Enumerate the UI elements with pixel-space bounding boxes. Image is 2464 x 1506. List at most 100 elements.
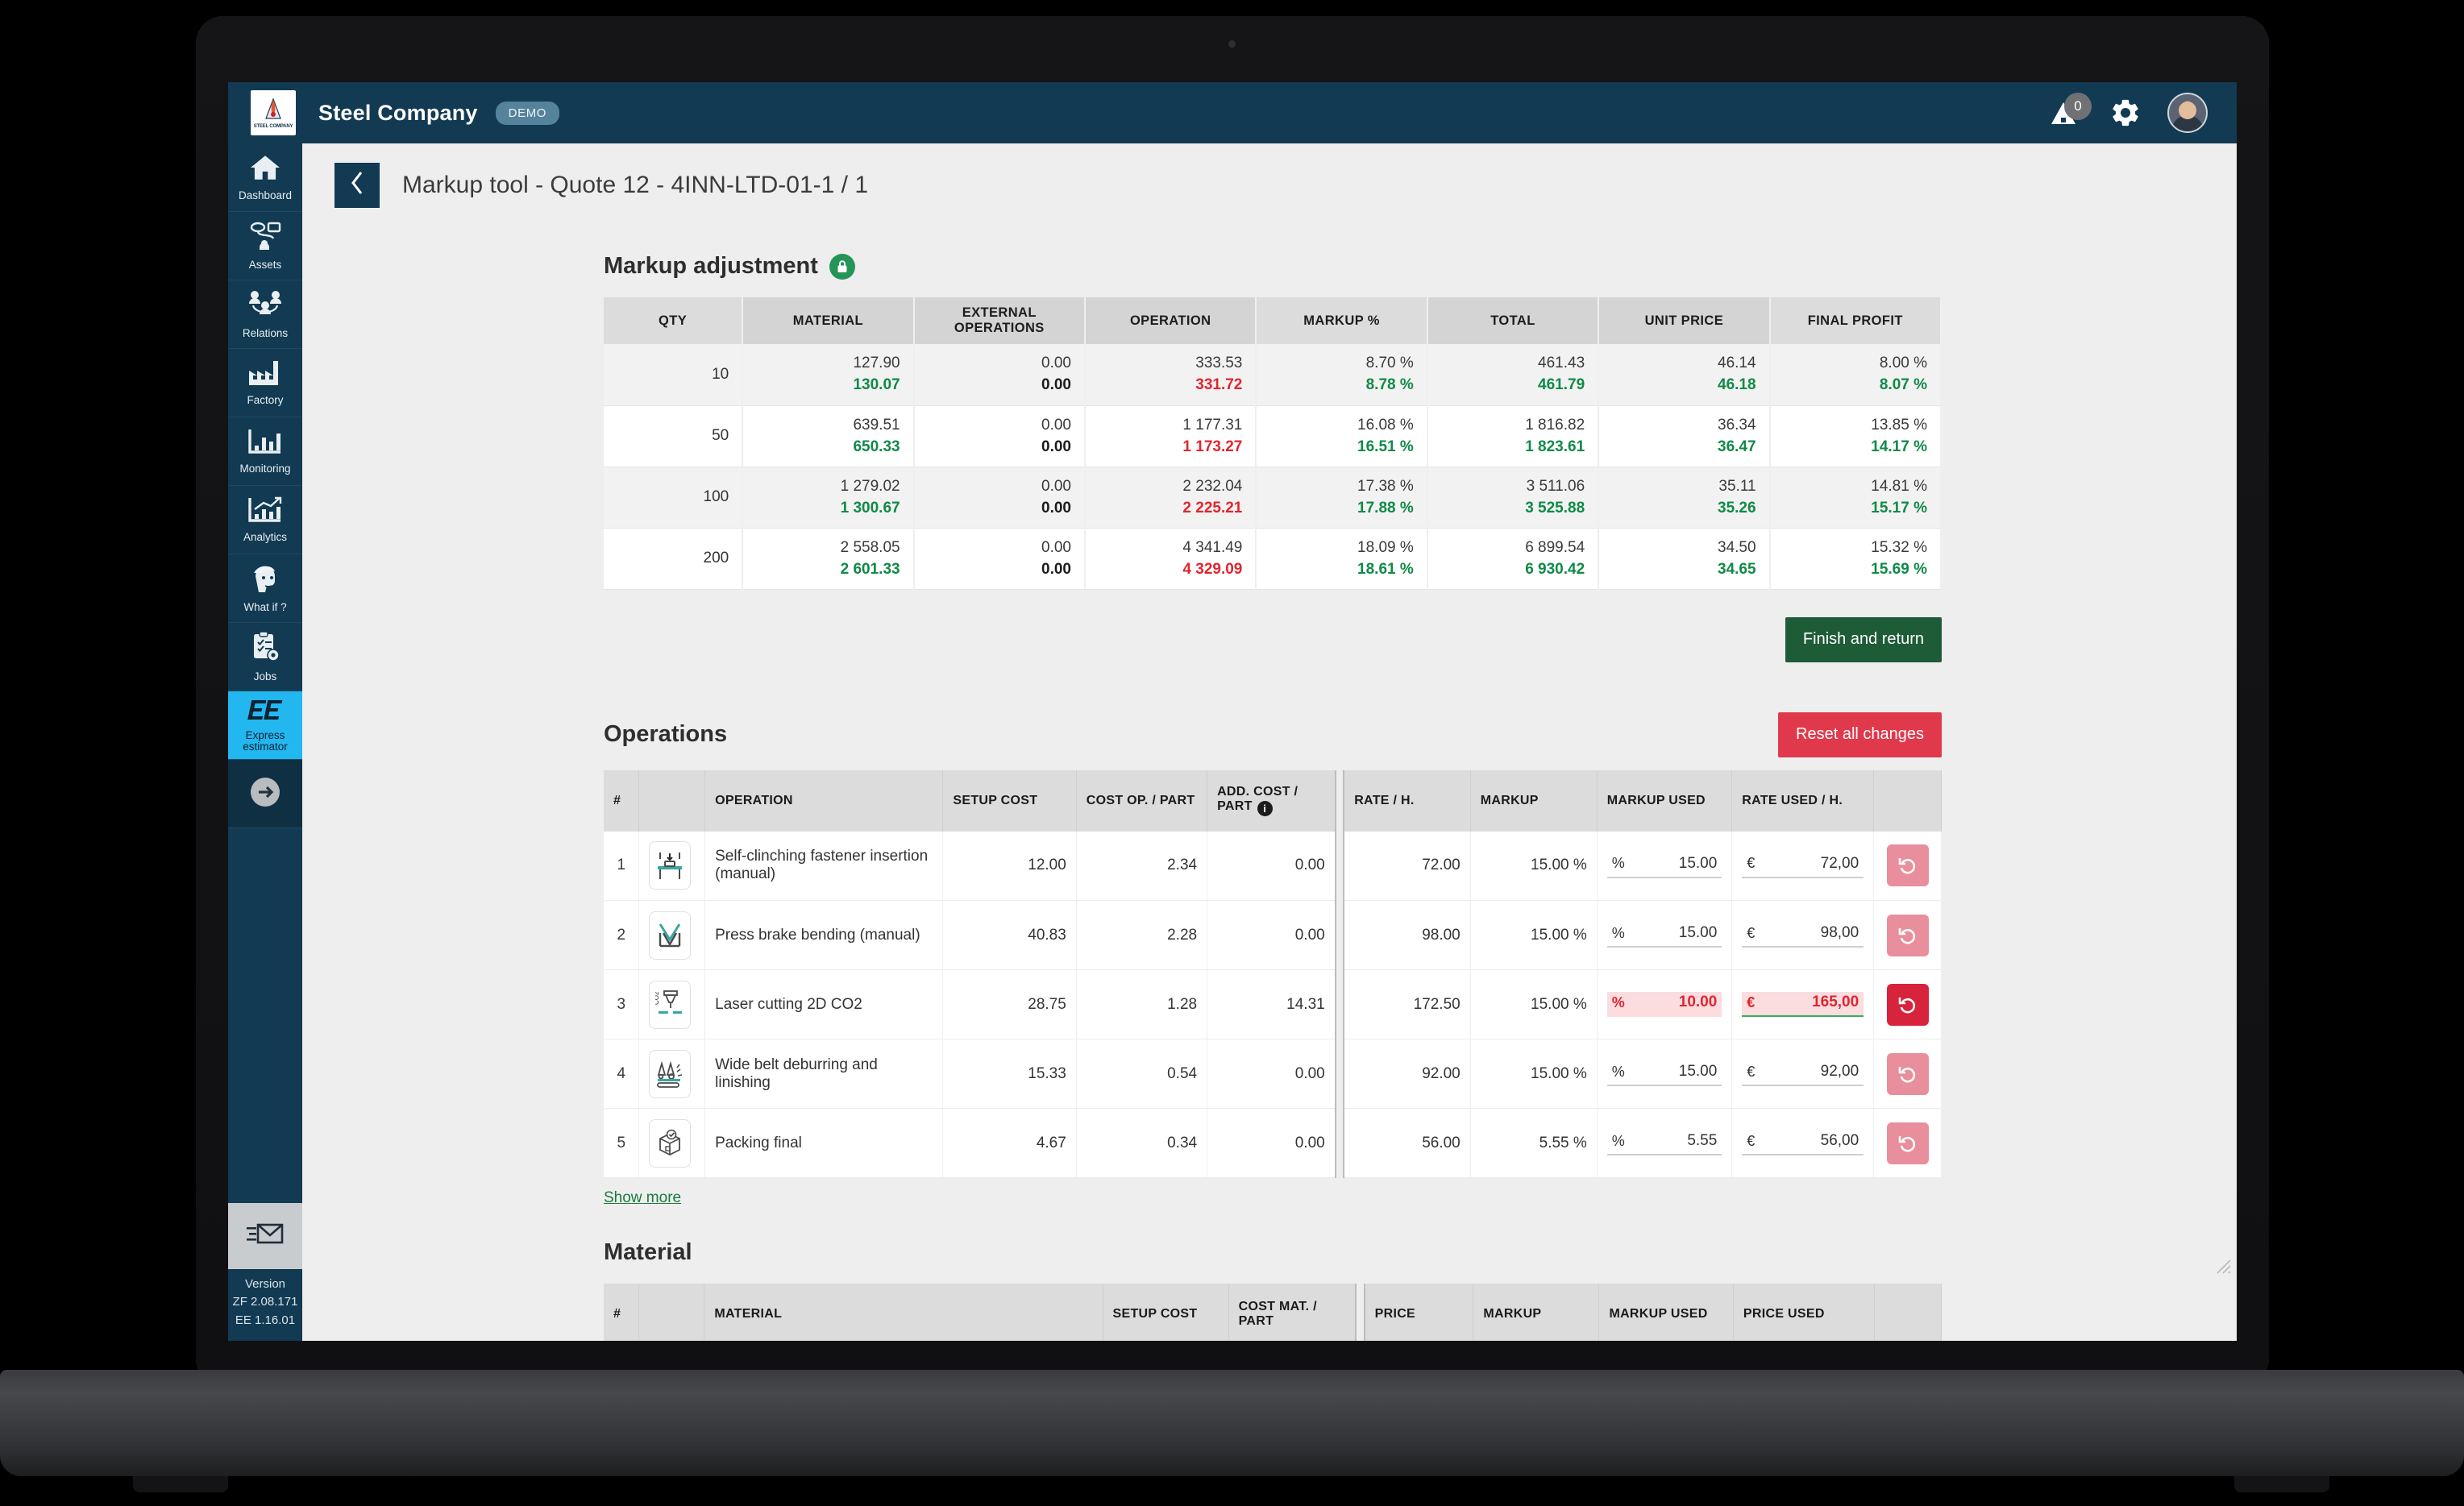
markup-used-input[interactable]: % 10.00 <box>1606 992 1722 1017</box>
undo-arrow-icon[interactable] <box>1886 1052 1929 1095</box>
markup-used-input[interactable]: % 15.00 <box>1606 853 1722 878</box>
warning-triangle-icon[interactable]: 0 <box>2050 93 2092 128</box>
cell-final-profit: 13.85 % 14.17 % <box>1769 405 1943 467</box>
table-row: 100 1 279.02 1 300.67 0.00 0.00 2 232.04 2 … <box>604 467 1943 529</box>
cell-rate-h: 92.00 <box>1344 1039 1471 1109</box>
sidebar-item-analytics[interactable]: Analytics <box>228 486 302 554</box>
undo-arrow-icon[interactable] <box>1886 983 1929 1026</box>
operations-header: Operations Reset all changes <box>604 712 1942 757</box>
th-actions <box>1874 1284 1943 1341</box>
back-button[interactable] <box>334 163 380 208</box>
markup-section-title: Markup adjustment <box>604 253 1942 280</box>
undo-arrow-icon[interactable] <box>1886 844 1929 887</box>
cell-unit-price: 34.50 34.65 <box>1598 528 1771 590</box>
cell-markup: 15.00 % <box>1470 900 1598 970</box>
sidebar-item-label: Jobs <box>253 670 277 682</box>
undo-arrow-icon[interactable] <box>1886 914 1929 956</box>
cell-actions <box>1873 969 1942 1039</box>
user-avatar[interactable] <box>2167 93 2208 133</box>
markup-used-input[interactable]: % 5.55 <box>1606 1131 1722 1155</box>
logo-caption: STEEL COMPANY <box>253 124 293 129</box>
table-row: 200 2 558.05 2 601.33 0.00 0.00 4 341.49 4 … <box>604 528 1943 590</box>
laser-cutting-co2-icon: CO2 <box>649 980 692 1029</box>
cell-markup-used: % 5.55 <box>1597 1108 1733 1178</box>
cell-rate-h: 98.00 <box>1344 900 1471 970</box>
clipboard-gear-icon <box>249 631 281 667</box>
cell-material: 2 558.05 2 601.33 <box>742 528 915 590</box>
webcam-icon <box>1228 40 1236 48</box>
show-more-link[interactable]: Show more <box>604 1189 681 1207</box>
sidebar-item-monitoring[interactable]: Monitoring <box>228 417 302 486</box>
cell-setup-cost: 4.67 <box>942 1108 1077 1178</box>
packing-box-icon <box>649 1118 692 1168</box>
sidebar-item-jobs[interactable]: Jobs <box>228 623 302 691</box>
sidebar-item-dashboard[interactable]: Dashboard <box>228 143 302 212</box>
rate-used-input[interactable]: € 165,00 <box>1742 992 1864 1017</box>
ee-logo-icon <box>244 698 286 726</box>
assets-network-icon <box>247 221 283 255</box>
rate-used-input[interactable]: € 56,00 <box>1742 1131 1864 1155</box>
cell-operation: Press brake bending (manual) <box>704 900 944 970</box>
scroll-area[interactable]: Markup adjustment QTY MATERIAL EXTERNAL … <box>302 208 2237 1341</box>
rate-used-input[interactable]: € 92,00 <box>1742 1061 1864 1086</box>
laptop-base <box>0 1370 2464 1476</box>
sidebar-item-relations[interactable]: Relations <box>228 280 302 349</box>
send-mail-button[interactable] <box>228 1202 302 1269</box>
th-markup: MARKUP <box>1470 770 1598 832</box>
cell-material: 639.51 650.33 <box>742 405 915 467</box>
sidebar-item-label: Relations <box>242 326 289 339</box>
table-row: 4 Wide belt deburring and linishing 15.3… <box>604 1039 1942 1109</box>
cell-operation: Packing final <box>704 1108 944 1178</box>
column-separator <box>1334 900 1345 970</box>
rate-used-input[interactable]: € 98,00 <box>1742 923 1864 948</box>
press-brake-bending-icon <box>649 911 692 960</box>
sidebar-item-express-estimator[interactable]: Express estimator <box>228 691 302 760</box>
cell-cost-op-part: 2.28 <box>1076 900 1208 970</box>
cell-markup: 18.09 % 18.61 % <box>1256 528 1428 590</box>
cell-operation: Self-clinching fastener insertion (manua… <box>704 831 944 901</box>
sidebar-item-assets[interactable]: Assets <box>228 212 302 280</box>
column-separator <box>1334 831 1345 901</box>
operations-header-row: # OPERATION SETUP COST COST OP. / PART A… <box>604 770 1942 832</box>
rate-used-input[interactable]: € 72,00 <box>1742 853 1864 878</box>
operations-body: 1 Self-clinching fastener insertion (man… <box>604 831 1942 1178</box>
reset-all-changes-button[interactable]: Reset all changes <box>1778 712 1942 757</box>
markup-used-input[interactable]: % 15.00 <box>1606 923 1722 948</box>
cell-total: 1 816.82 1 823.61 <box>1427 405 1600 467</box>
gear-icon[interactable] <box>2109 97 2142 129</box>
cell-markup-used: % 15.00 <box>1597 831 1733 901</box>
th-unit-price: UNIT PRICE <box>1598 297 1771 344</box>
th-markup-used: MARKUP USED <box>1597 770 1733 832</box>
th-external-operations: EXTERNAL OPERATIONS <box>913 297 1086 344</box>
thinking-person-icon <box>249 563 281 598</box>
press-insertion-icon <box>649 841 692 890</box>
markup-table-body: 10 127.90 130.07 0.00 0.00 333.53 331.72 8.… <box>604 344 1943 590</box>
markup-used-input[interactable]: % 15.00 <box>1606 1061 1722 1086</box>
cell-external: 0.00 0.00 <box>913 467 1086 529</box>
undo-arrow-icon[interactable] <box>1886 1122 1929 1164</box>
cell-actions <box>1873 831 1942 901</box>
sidebar-item-what-if[interactable]: What if ? <box>228 554 302 623</box>
cell-cost-op-part: 0.34 <box>1076 1108 1208 1178</box>
cell-qty: 50 <box>604 405 744 467</box>
th-rate-used-h: RATE USED / H. <box>1731 770 1875 832</box>
th-index: # <box>604 1284 640 1341</box>
cell-add-cost-part: 14.31 <box>1207 969 1336 1039</box>
resize-grip[interactable] <box>2214 1257 2232 1275</box>
screen-viewport: STEEL COMPANY Steel Company DEMO 0 Dashb… <box>228 82 2237 1341</box>
table-row: 2 Press brake bending (manual) 40.83 2.2… <box>604 900 1942 970</box>
cell-external: 0.00 0.00 <box>913 405 1086 467</box>
cell-markup-used: % 10.00 <box>1597 969 1733 1039</box>
sidebar: Dashboard Assets Relations Factory Monit… <box>228 143 302 1341</box>
th-markup-used: MARKUP USED <box>1598 1284 1734 1341</box>
th-total: TOTAL <box>1427 297 1600 344</box>
sidebar-collapse-toggle[interactable] <box>228 760 302 828</box>
info-icon[interactable]: i <box>1257 801 1273 816</box>
cell-icon <box>638 831 706 901</box>
cell-markup-used: % 15.00 <box>1597 1039 1733 1109</box>
sidebar-item-factory[interactable]: Factory <box>228 349 302 417</box>
markup-actions: Finish and return <box>604 616 1942 662</box>
th-icon <box>638 1284 705 1341</box>
laptop-foot-right <box>2234 1476 2329 1492</box>
finish-and-return-button[interactable]: Finish and return <box>1785 616 1942 662</box>
